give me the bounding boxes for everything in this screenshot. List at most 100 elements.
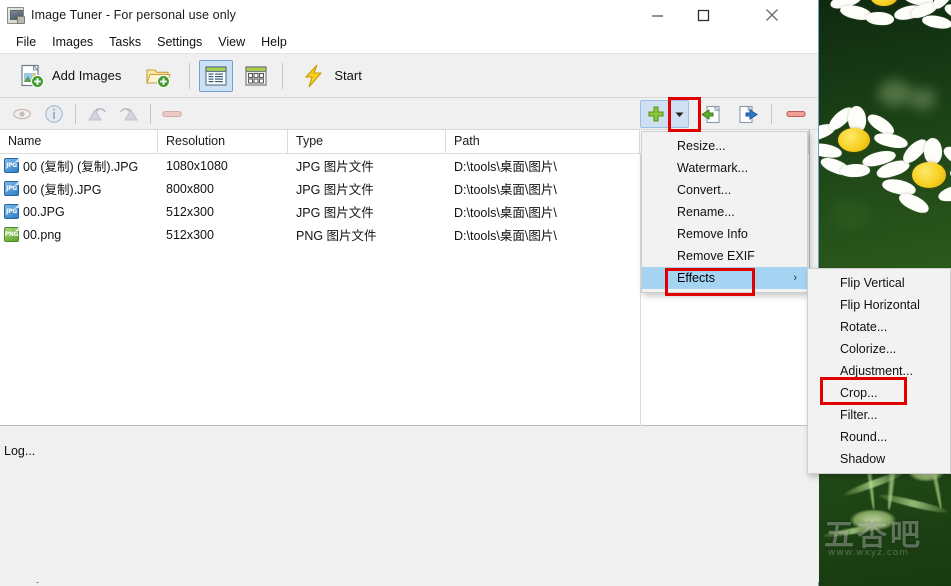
lightning-bolt-icon xyxy=(305,64,323,87)
log-label: Log... xyxy=(4,444,36,458)
add-task-dropdown-arrow-icon[interactable] xyxy=(670,101,688,127)
remove-image-icon xyxy=(162,110,182,117)
task-dropdown-menu: Resize... Watermark... Convert... Rename… xyxy=(641,131,808,293)
minimize-icon xyxy=(651,14,663,17)
file-type-cell: PNG 图片文件 xyxy=(296,229,377,243)
rotate-right-icon xyxy=(120,107,138,120)
preview-button[interactable] xyxy=(6,101,38,127)
add-task-group[interactable] xyxy=(640,100,689,128)
remove-image-button[interactable] xyxy=(156,101,188,127)
add-image-icon xyxy=(21,64,45,88)
column-header-type[interactable]: Type xyxy=(288,130,446,154)
info-icon xyxy=(45,104,63,123)
file-resolution-cell: 512x300 xyxy=(166,227,214,242)
jpg-file-icon: JPG xyxy=(4,204,19,219)
file-resolution-cell: 512x300 xyxy=(166,204,214,219)
menu-item-tasks[interactable]: Tasks xyxy=(101,33,149,51)
submenu-item-adjustment[interactable]: Adjustment... xyxy=(808,360,950,382)
rotate-left-button[interactable] xyxy=(81,101,113,127)
menu-item-images[interactable]: Images xyxy=(44,33,101,51)
maximize-button[interactable] xyxy=(680,0,726,30)
file-name-text: 00.JPG xyxy=(23,204,65,219)
menu-item-convert[interactable]: Convert... xyxy=(642,179,807,201)
thumbnail-view-toggle[interactable] xyxy=(239,60,273,92)
file-name-text: 00 (复制).JPG xyxy=(23,183,102,197)
toolbar-separator xyxy=(75,103,76,124)
file-path-cell: D:\tools\桌面\图片\ xyxy=(454,183,557,197)
toolbar-separator xyxy=(150,103,151,124)
file-name-cell: PNG 00.png xyxy=(0,227,158,242)
menu-item-help[interactable]: Help xyxy=(253,33,295,51)
rotate-left-icon xyxy=(88,107,106,120)
start-label: Start xyxy=(334,68,362,83)
menu-item-remove-info[interactable]: Remove Info xyxy=(642,223,807,245)
add-images-label: Add Images xyxy=(52,68,122,83)
add-task-button[interactable] xyxy=(641,101,670,127)
minimize-button[interactable] xyxy=(634,0,680,30)
submenu-item-crop[interactable]: Crop... xyxy=(808,382,950,404)
submenu-item-flip-vertical[interactable]: Flip Vertical xyxy=(808,272,950,294)
close-button[interactable] xyxy=(749,0,795,30)
jpg-file-icon: JPG xyxy=(4,158,19,173)
daisy-flower xyxy=(908,0,951,42)
submenu-item-shadow[interactable]: Shadow xyxy=(808,448,950,470)
column-header-name[interactable]: Name xyxy=(0,130,158,154)
file-name-text: 00.png xyxy=(23,227,62,242)
details-view-toggle[interactable] xyxy=(199,59,234,92)
rotate-right-button[interactable] xyxy=(113,101,145,127)
submenu-item-flip-horizontal[interactable]: Flip Horizontal xyxy=(808,294,950,316)
chevron-right-icon: › xyxy=(793,272,797,284)
file-resolution-cell: 800x800 xyxy=(166,181,214,196)
file-name-cell: JPG 00 (复制) (复制).JPG xyxy=(0,156,158,175)
export-tasks-button[interactable] xyxy=(733,101,761,127)
preview-eye-icon xyxy=(13,108,31,119)
menu-bar: File Images Tasks Settings View Help xyxy=(0,30,818,54)
file-resolution-cell: 1080x1080 xyxy=(166,158,228,173)
menu-item-file[interactable]: File xyxy=(8,33,44,51)
submenu-item-filter[interactable]: Filter... xyxy=(808,404,950,426)
daisy-flower xyxy=(874,135,951,226)
import-tasks-button[interactable] xyxy=(697,101,725,127)
menu-item-effects[interactable]: Effects › xyxy=(642,267,807,289)
main-toolbar: Add Images Start xyxy=(0,54,818,98)
menu-item-settings[interactable]: Settings xyxy=(149,33,210,51)
jpg-file-icon: JPG xyxy=(4,181,19,196)
export-tasks-icon xyxy=(738,105,758,123)
png-file-icon: PNG xyxy=(4,227,19,242)
menu-item-effects-label: Effects xyxy=(677,271,715,285)
remove-task-button[interactable] xyxy=(782,101,810,127)
window-title: Image Tuner - For personal use only xyxy=(31,8,236,22)
add-images-button[interactable]: Add Images xyxy=(10,58,130,94)
file-type-cell: JPG 图片文件 xyxy=(296,160,374,174)
add-folder-icon xyxy=(146,68,172,88)
add-folder-button[interactable] xyxy=(136,58,180,94)
menu-item-view[interactable]: View xyxy=(210,33,253,51)
add-task-icon xyxy=(647,106,664,122)
menu-item-resize[interactable]: Resize... xyxy=(642,135,807,157)
menu-item-rename[interactable]: Rename... xyxy=(642,201,807,223)
toolbar-separator xyxy=(771,104,772,124)
menu-item-remove-exif[interactable]: Remove EXIF xyxy=(642,245,807,267)
submenu-item-colorize[interactable]: Colorize... xyxy=(808,338,950,360)
submenu-item-rotate[interactable]: Rotate... xyxy=(808,316,950,338)
app-icon xyxy=(7,6,25,24)
file-name-cell: JPG 00.JPG xyxy=(0,204,158,219)
wallpaper-watermark-sub: www.wxyz.com xyxy=(828,548,909,558)
column-header-path[interactable]: Path xyxy=(446,130,640,154)
task-actions-group xyxy=(640,98,810,130)
file-name-text: 00 (复制) (复制).JPG xyxy=(23,160,139,174)
thumbnail-view-icon xyxy=(245,65,267,86)
screen: 五杏吧 www.wxyz.com Image Tuner - For perso… xyxy=(0,0,951,586)
file-type-cell: JPG 图片文件 xyxy=(296,183,374,197)
toolbar-separator xyxy=(189,62,191,89)
start-button[interactable]: Start xyxy=(292,58,370,94)
log-panel: Log... xyxy=(0,430,819,582)
info-button[interactable] xyxy=(38,101,70,127)
submenu-item-round[interactable]: Round... xyxy=(808,426,950,448)
image-tuner-window: Image Tuner - For personal use only File… xyxy=(0,0,819,586)
close-icon xyxy=(766,9,778,21)
file-name-cell: JPG 00 (复制).JPG xyxy=(0,179,158,198)
column-header-resolution[interactable]: Resolution xyxy=(158,130,288,154)
title-bar: Image Tuner - For personal use only xyxy=(0,0,818,30)
menu-item-watermark[interactable]: Watermark... xyxy=(642,157,807,179)
